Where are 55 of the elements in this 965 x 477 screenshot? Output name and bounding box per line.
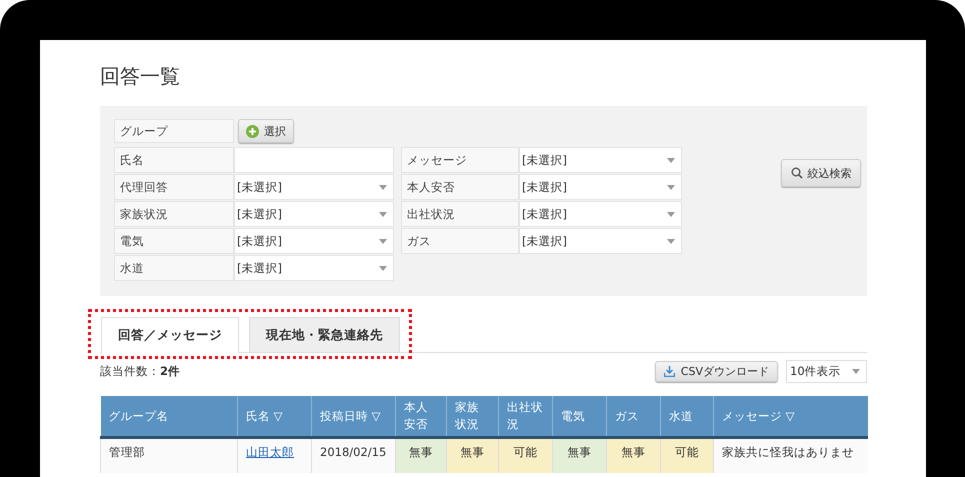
filter-label: 氏名 [114,147,234,173]
filter-label: 家族状況 [114,201,234,227]
filter-dropdown[interactable]: [未選択] [519,228,682,254]
caret-icon [667,238,675,244]
status-cell: 無事 [446,438,498,473]
table-cell: 2018/02/15 [312,438,396,473]
status-cell: 無事 [396,438,446,473]
filter-dropdown[interactable]: [未選択] [234,228,394,254]
caret-icon [667,184,675,190]
download-icon [664,366,675,376]
page-size-dropdown[interactable]: 10件表示 [786,360,867,382]
tab[interactable]: 現在地・緊急連絡先 [249,317,400,352]
caret-icon [852,368,860,374]
status-cell: 可能 [660,438,714,473]
caret-icon [667,158,675,162]
plus-icon [246,124,259,138]
filter-label: 水道 [114,255,234,281]
search-icon [790,167,802,179]
status-cell: 無事 [552,438,606,473]
caret-icon [379,266,387,270]
csv-download-button[interactable]: CSVダウンロード [654,360,778,382]
filter-label: メッセージ [401,147,519,173]
table-cell: 家族共に怪我はありませ [714,438,868,473]
column-header: 水道 [660,396,714,438]
caret-icon [379,212,387,216]
column-header: 本人安否 [396,396,446,438]
filter-label: 出社状況 [401,201,519,227]
caret-icon [379,184,387,190]
filter-label: 本人安否 [401,174,519,200]
column-header: ガス [606,396,660,438]
filter-label: ガス [401,228,519,254]
filter-dropdown[interactable]: [未選択] [234,174,394,200]
column-header: 家族状況 [446,396,498,438]
column-header: グループ名 [100,396,238,438]
filter-label: グループ [114,119,234,143]
column-header: 電気 [552,396,606,438]
tab[interactable]: 回答／メッセージ [101,317,239,353]
filter-label: 電気 [114,228,234,254]
filter-dropdown[interactable]: [未選択] [234,201,394,227]
status-cell: 無事 [606,438,660,473]
text-field[interactable] [234,147,394,173]
filter-dropdown[interactable]: [未選択] [519,201,682,227]
page-title: 回答一覧 [100,63,181,90]
filter-dropdown[interactable]: [未選択] [519,174,682,200]
table-cell: 管理部 [100,438,238,473]
search-button[interactable]: 絞込検索 [781,159,861,187]
status-cell: 可能 [498,438,552,473]
caret-icon [667,212,675,216]
result-count: 該当件数：2件 [100,364,182,378]
filter-dropdown[interactable]: [未選択] [234,255,394,281]
filter-label: 代理回答 [114,174,234,200]
caret-icon [379,238,387,244]
filter-dropdown[interactable]: [未選択] [519,147,682,173]
column-header: 出社状況 [498,396,552,438]
select-button[interactable]: 選択 [238,119,294,143]
